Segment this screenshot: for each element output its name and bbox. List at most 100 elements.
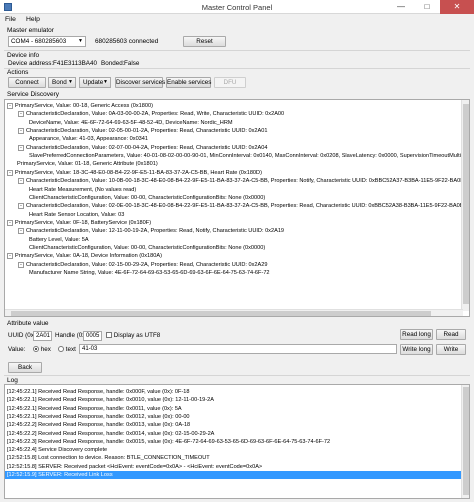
log-entry[interactable]: [12:52:15.8] SERVER: Received packet <Hc… <box>7 463 262 471</box>
tree-row[interactable]: Heart Rate Sensor Location, Value: 03 <box>29 211 124 219</box>
port-select[interactable]: COM4 - 680285603 ▼ <box>8 36 86 47</box>
reset-button[interactable]: Reset <box>183 36 226 47</box>
log-entry[interactable]: [12:45:22.1] Received Read Response, han… <box>7 388 190 396</box>
value-field[interactable]: 41-03 <box>79 344 397 354</box>
tree-row[interactable]: - PrimaryService, Value: 18-3C-48-E0-08-B… <box>7 169 262 177</box>
scrollbar-thumb[interactable] <box>11 311 431 316</box>
attribute-value-label: Attribute value <box>7 320 49 327</box>
menu-help[interactable]: Help <box>21 14 45 23</box>
collapse-icon[interactable]: - <box>18 203 24 210</box>
update-dropdown[interactable]: Update ▼ <box>79 77 111 88</box>
menu-file[interactable]: File <box>0 14 21 23</box>
bond-dropdown-label: Bond <box>52 79 67 86</box>
tree-row-label: CharacteristicDeclaration, Value: 12-11-… <box>26 228 285 235</box>
bond-dropdown[interactable]: Bond ▼ <box>48 77 76 88</box>
device-info-label: Device info <box>7 52 40 59</box>
tree-row-label: PrimaryService, Value: 0F-18, BatterySer… <box>15 219 152 226</box>
collapse-icon[interactable]: - <box>18 228 24 235</box>
log-list[interactable]: [12:45:22.1] Received Read Response, han… <box>4 384 470 499</box>
hex-option[interactable]: hex <box>33 346 51 353</box>
log-entry[interactable]: [12:52:15.8] Lost connection to device. … <box>7 454 210 462</box>
enable-services-button[interactable]: Enable services <box>166 77 211 88</box>
tree-row-label: DeviceName, Value: 4E-6F-72-64-69-63-5F-… <box>29 119 233 126</box>
chevron-down-icon: ▼ <box>103 79 108 85</box>
maximize-icon[interactable]: □ <box>414 0 440 14</box>
update-dropdown-label: Update <box>83 79 104 86</box>
tree-row[interactable]: Heart Rate Measurement, (No values read) <box>29 186 136 194</box>
collapse-icon[interactable]: - <box>18 178 24 185</box>
tree-row[interactable]: DeviceName, Value: 4E-6F-72-64-69-63-5F-… <box>29 119 233 127</box>
port-select-value: COM4 - 680285603 <box>11 38 67 45</box>
tree-row[interactable]: - PrimaryService, Value: 00-18, Generic A… <box>7 102 153 110</box>
tree-row-label: Manufacturer Name String, Value: 4E-6F-7… <box>29 270 270 276</box>
tree-row[interactable]: SlavePreferredConnectionParameters, Valu… <box>29 152 469 160</box>
handle-field[interactable]: 0005 <box>83 331 102 341</box>
horizontal-scrollbar[interactable] <box>5 309 463 316</box>
hex-radio[interactable] <box>33 346 39 352</box>
tree-row[interactable]: ClientCharacteristicConfiguration, Value… <box>29 194 265 202</box>
display-utf8-option[interactable]: Display as UTF8 <box>106 332 160 339</box>
collapse-icon[interactable]: - <box>18 111 24 118</box>
tree-row[interactable]: Battery Level, Value: 5A <box>29 236 89 244</box>
tree-row[interactable]: - CharacteristicDeclaration, Value: 02-0E… <box>18 202 469 210</box>
read-long-button[interactable]: Read long <box>400 329 433 340</box>
collapse-icon[interactable]: - <box>7 219 13 226</box>
tree-row[interactable]: - PrimaryService, Value: 0F-18, BatterySe… <box>7 219 151 227</box>
bonded-label: Bonded: <box>101 60 125 67</box>
tree-row-label: PrimaryService, Value: 0A-18, Device Inf… <box>15 253 162 260</box>
write-long-button[interactable]: Write long <box>400 344 433 355</box>
back-button[interactable]: Back <box>8 362 42 373</box>
hex-label: hex <box>40 346 51 353</box>
tree-row[interactable]: - CharacteristicDeclaration, Value: 02-07… <box>18 144 267 152</box>
collapse-icon[interactable]: - <box>7 169 13 176</box>
tree-row[interactable]: - CharacteristicDeclaration, Value: 0A-03… <box>18 110 284 118</box>
tree-row[interactable]: Manufacturer Name String, Value: 4E-6F-7… <box>29 269 270 277</box>
tree-row[interactable]: - CharacteristicDeclaration, Value: 10-0B… <box>18 177 470 185</box>
log-entry[interactable]: [12:45:22.1] Received Read Response, han… <box>7 405 182 413</box>
value-label: Value: <box>8 346 26 353</box>
collapse-icon[interactable]: - <box>7 253 13 260</box>
vertical-scrollbar[interactable] <box>461 100 469 311</box>
log-entry[interactable]: [12:52:15.9] SERVER: Received Link Loss <box>5 471 467 479</box>
tree-row[interactable]: - PrimaryService, Value: 0A-18, Device In… <box>7 252 162 260</box>
tree-row[interactable]: ClientCharacteristicConfiguration, Value… <box>29 244 265 252</box>
uuid-field[interactable]: 2A01 <box>33 331 52 341</box>
tree-row-label: CharacteristicDeclaration, Value: 02-15-… <box>26 261 268 268</box>
tree-row-label: CharacteristicDeclaration, Value: 10-0B-… <box>26 178 470 185</box>
title-bar: Master Control Panel — □ ✕ <box>0 0 474 14</box>
collapse-icon[interactable]: - <box>18 261 24 268</box>
log-entry[interactable]: [12:45:22.3] Received Read Response, han… <box>7 438 330 446</box>
display-utf8-checkbox[interactable] <box>106 332 112 338</box>
write-button[interactable]: Write <box>436 344 466 355</box>
connect-button[interactable]: Connect <box>8 77 46 88</box>
read-button[interactable]: Read <box>436 329 466 340</box>
log-entry[interactable]: [12:45:22.2] Received Read Response, han… <box>7 430 214 438</box>
divider <box>4 375 470 376</box>
log-entry[interactable]: [12:45:22.1] Received Read Response, han… <box>7 396 214 404</box>
service-tree[interactable]: - PrimaryService, Value: 00-18, Generic A… <box>4 99 470 317</box>
log-entry[interactable]: [12:45:22.2] Received Read Response, han… <box>7 421 190 429</box>
minimize-icon[interactable]: — <box>388 0 414 14</box>
log-entry[interactable]: [12:45:22.1] Received Read Response, han… <box>7 413 190 421</box>
dfu-button[interactable]: DFU <box>214 77 246 88</box>
scrollbar-thumb[interactable] <box>463 387 469 495</box>
text-label: text <box>65 346 76 353</box>
tree-row[interactable]: - CharacteristicDeclaration, Value: 12-11… <box>18 227 284 235</box>
bonded-value: False <box>124 60 140 67</box>
vertical-scrollbar[interactable] <box>461 385 469 498</box>
close-icon[interactable]: ✕ <box>440 0 474 14</box>
device-address-label: Device address: <box>8 60 54 67</box>
tree-row-label: Battery Level, Value: 5A <box>29 236 89 243</box>
discover-services-button[interactable]: Discover services <box>115 77 165 88</box>
collapse-icon[interactable]: - <box>18 128 24 135</box>
scrollbar-thumb[interactable] <box>463 104 469 304</box>
text-radio[interactable] <box>58 346 64 352</box>
tree-row[interactable]: - CharacteristicDeclaration, Value: 02-15… <box>18 261 267 269</box>
tree-row[interactable]: Appearance, Value: 41-03, Appearance: 0x… <box>29 135 148 143</box>
text-option[interactable]: text <box>58 346 76 353</box>
collapse-icon[interactable]: - <box>18 144 24 151</box>
tree-row[interactable]: - CharacteristicDeclaration, Value: 02-05… <box>18 127 267 135</box>
log-entry[interactable]: [12:45:22.4] Service Discovery complete <box>7 446 107 454</box>
collapse-icon[interactable]: - <box>7 103 13 109</box>
tree-row[interactable]: PrimaryService, Value: 01-18, Generic At… <box>7 160 158 168</box>
